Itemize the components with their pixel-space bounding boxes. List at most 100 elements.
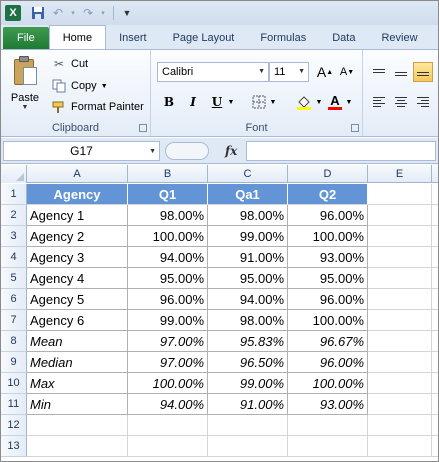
row-header[interactable]: 8 [1, 331, 27, 352]
grow-font-button[interactable]: A ▲ [315, 62, 335, 82]
cell-A2[interactable]: Agency 1 [27, 205, 128, 226]
cell-C9[interactable]: 96.50% [208, 352, 288, 373]
cell-A11[interactable]: Min [27, 394, 128, 415]
cell-A10[interactable]: Max [27, 373, 128, 394]
font-color-button[interactable]: A [325, 92, 345, 112]
cell-D9[interactable]: 96.00% [288, 352, 368, 373]
cell-F8[interactable] [432, 331, 438, 352]
tab-insert[interactable]: Insert [106, 27, 160, 49]
insert-function-icon[interactable]: fx [225, 144, 237, 158]
formula-input[interactable] [246, 141, 436, 161]
cell-E2[interactable] [368, 205, 432, 226]
cell-F1[interactable] [432, 184, 438, 205]
cell-D7[interactable]: 100.00% [288, 310, 368, 331]
cell-F10[interactable] [432, 373, 438, 394]
cell-A6[interactable]: Agency 5 [27, 289, 128, 310]
cell-E7[interactable] [368, 310, 432, 331]
cell-D5[interactable]: 95.00% [288, 268, 368, 289]
cell-B10[interactable]: 100.00% [128, 373, 208, 394]
tab-file[interactable]: File [3, 27, 49, 49]
row-header[interactable]: 2 [1, 205, 27, 226]
cell-D6[interactable]: 96.00% [288, 289, 368, 310]
select-all-corner[interactable] [1, 165, 27, 183]
cell-C13[interactable] [208, 436, 288, 457]
align-right-button[interactable] [413, 92, 433, 112]
top-align-button[interactable] [369, 62, 389, 82]
cell-B8[interactable]: 97.00% [128, 331, 208, 352]
cell-C10[interactable]: 99.00% [208, 373, 288, 394]
clipboard-dialog-launcher-icon[interactable] [139, 124, 147, 132]
column-header-d[interactable]: D [288, 165, 368, 183]
tab-review[interactable]: Review [368, 27, 430, 49]
cell-E10[interactable] [368, 373, 432, 394]
cell-F3[interactable] [432, 226, 438, 247]
column-header-f-partial[interactable] [432, 165, 438, 183]
cell-E9[interactable] [368, 352, 432, 373]
customize-qat-icon[interactable]: ▼ [118, 5, 136, 21]
cell-C3[interactable]: 99.00% [208, 226, 288, 247]
row-header[interactable]: 5 [1, 268, 27, 289]
row-header[interactable]: 1 [1, 184, 27, 205]
tab-page-layout[interactable]: Page Layout [160, 27, 248, 49]
cell-F13[interactable] [432, 436, 438, 457]
cell-C7[interactable]: 98.00% [208, 310, 288, 331]
cell-A1[interactable]: Agency [27, 184, 128, 205]
cell-C8[interactable]: 95.83% [208, 331, 288, 352]
font-name-select[interactable]: Calibri ▼ [157, 62, 269, 82]
cell-A7[interactable]: Agency 6 [27, 310, 128, 331]
cell-C4[interactable]: 91.00% [208, 247, 288, 268]
tab-home[interactable]: Home [48, 25, 107, 49]
cell-A8[interactable]: Mean [27, 331, 128, 352]
underline-button[interactable]: U [207, 92, 227, 112]
row-header[interactable]: 11 [1, 394, 27, 415]
redo-icon[interactable]: ↷ [79, 5, 97, 21]
cell-E6[interactable] [368, 289, 432, 310]
cell-B6[interactable]: 96.00% [128, 289, 208, 310]
cell-B4[interactable]: 94.00% [128, 247, 208, 268]
cell-F9[interactable] [432, 352, 438, 373]
cell-B13[interactable] [128, 436, 208, 457]
center-button[interactable] [391, 92, 411, 112]
italic-button[interactable]: I [183, 92, 203, 112]
cell-B5[interactable]: 95.00% [128, 268, 208, 289]
cell-C12[interactable] [208, 415, 288, 436]
font-name-dropdown-icon[interactable]: ▼ [258, 68, 265, 75]
cell-F6[interactable] [432, 289, 438, 310]
cell-A4[interactable]: Agency 3 [27, 247, 128, 268]
cell-D1[interactable]: Q2 [288, 184, 368, 205]
bottom-align-button[interactable] [413, 62, 433, 82]
font-size-dropdown-icon[interactable]: ▼ [298, 68, 305, 75]
cell-B11[interactable]: 94.00% [128, 394, 208, 415]
row-header[interactable]: 12 [1, 415, 27, 436]
cut-button[interactable]: ✂ Cut [51, 54, 88, 74]
tab-formulas[interactable]: Formulas [247, 27, 319, 49]
cell-C2[interactable]: 98.00% [208, 205, 288, 226]
cell-D11[interactable]: 93.00% [288, 394, 368, 415]
cell-A9[interactable]: Median [27, 352, 128, 373]
cell-C5[interactable]: 95.00% [208, 268, 288, 289]
column-header-c[interactable]: C [208, 165, 288, 183]
name-box[interactable]: G17 ▼ [3, 141, 160, 161]
tab-data[interactable]: Data [319, 27, 368, 49]
cell-D8[interactable]: 96.67% [288, 331, 368, 352]
cell-E11[interactable] [368, 394, 432, 415]
undo-dropdown-icon[interactable]: ▾ [69, 5, 77, 21]
align-left-button[interactable] [369, 92, 389, 112]
cell-B1[interactable]: Q1 [128, 184, 208, 205]
cell-D2[interactable]: 96.00% [288, 205, 368, 226]
paste-button[interactable]: Paste ▼ [5, 54, 45, 112]
cell-B7[interactable]: 99.00% [128, 310, 208, 331]
copy-button[interactable]: Copy ▼ [51, 76, 108, 96]
cell-B12[interactable] [128, 415, 208, 436]
excel-app-icon[interactable]: X [5, 5, 21, 21]
cell-E3[interactable] [368, 226, 432, 247]
cell-D13[interactable] [288, 436, 368, 457]
undo-icon[interactable]: ↶ [49, 5, 67, 21]
cell-D4[interactable]: 93.00% [288, 247, 368, 268]
row-header[interactable]: 13 [1, 436, 27, 457]
redo-dropdown-icon[interactable]: ▾ [99, 5, 107, 21]
cell-C1[interactable]: Qa1 [208, 184, 288, 205]
cell-C11[interactable]: 91.00% [208, 394, 288, 415]
row-header[interactable]: 9 [1, 352, 27, 373]
cell-F7[interactable] [432, 310, 438, 331]
